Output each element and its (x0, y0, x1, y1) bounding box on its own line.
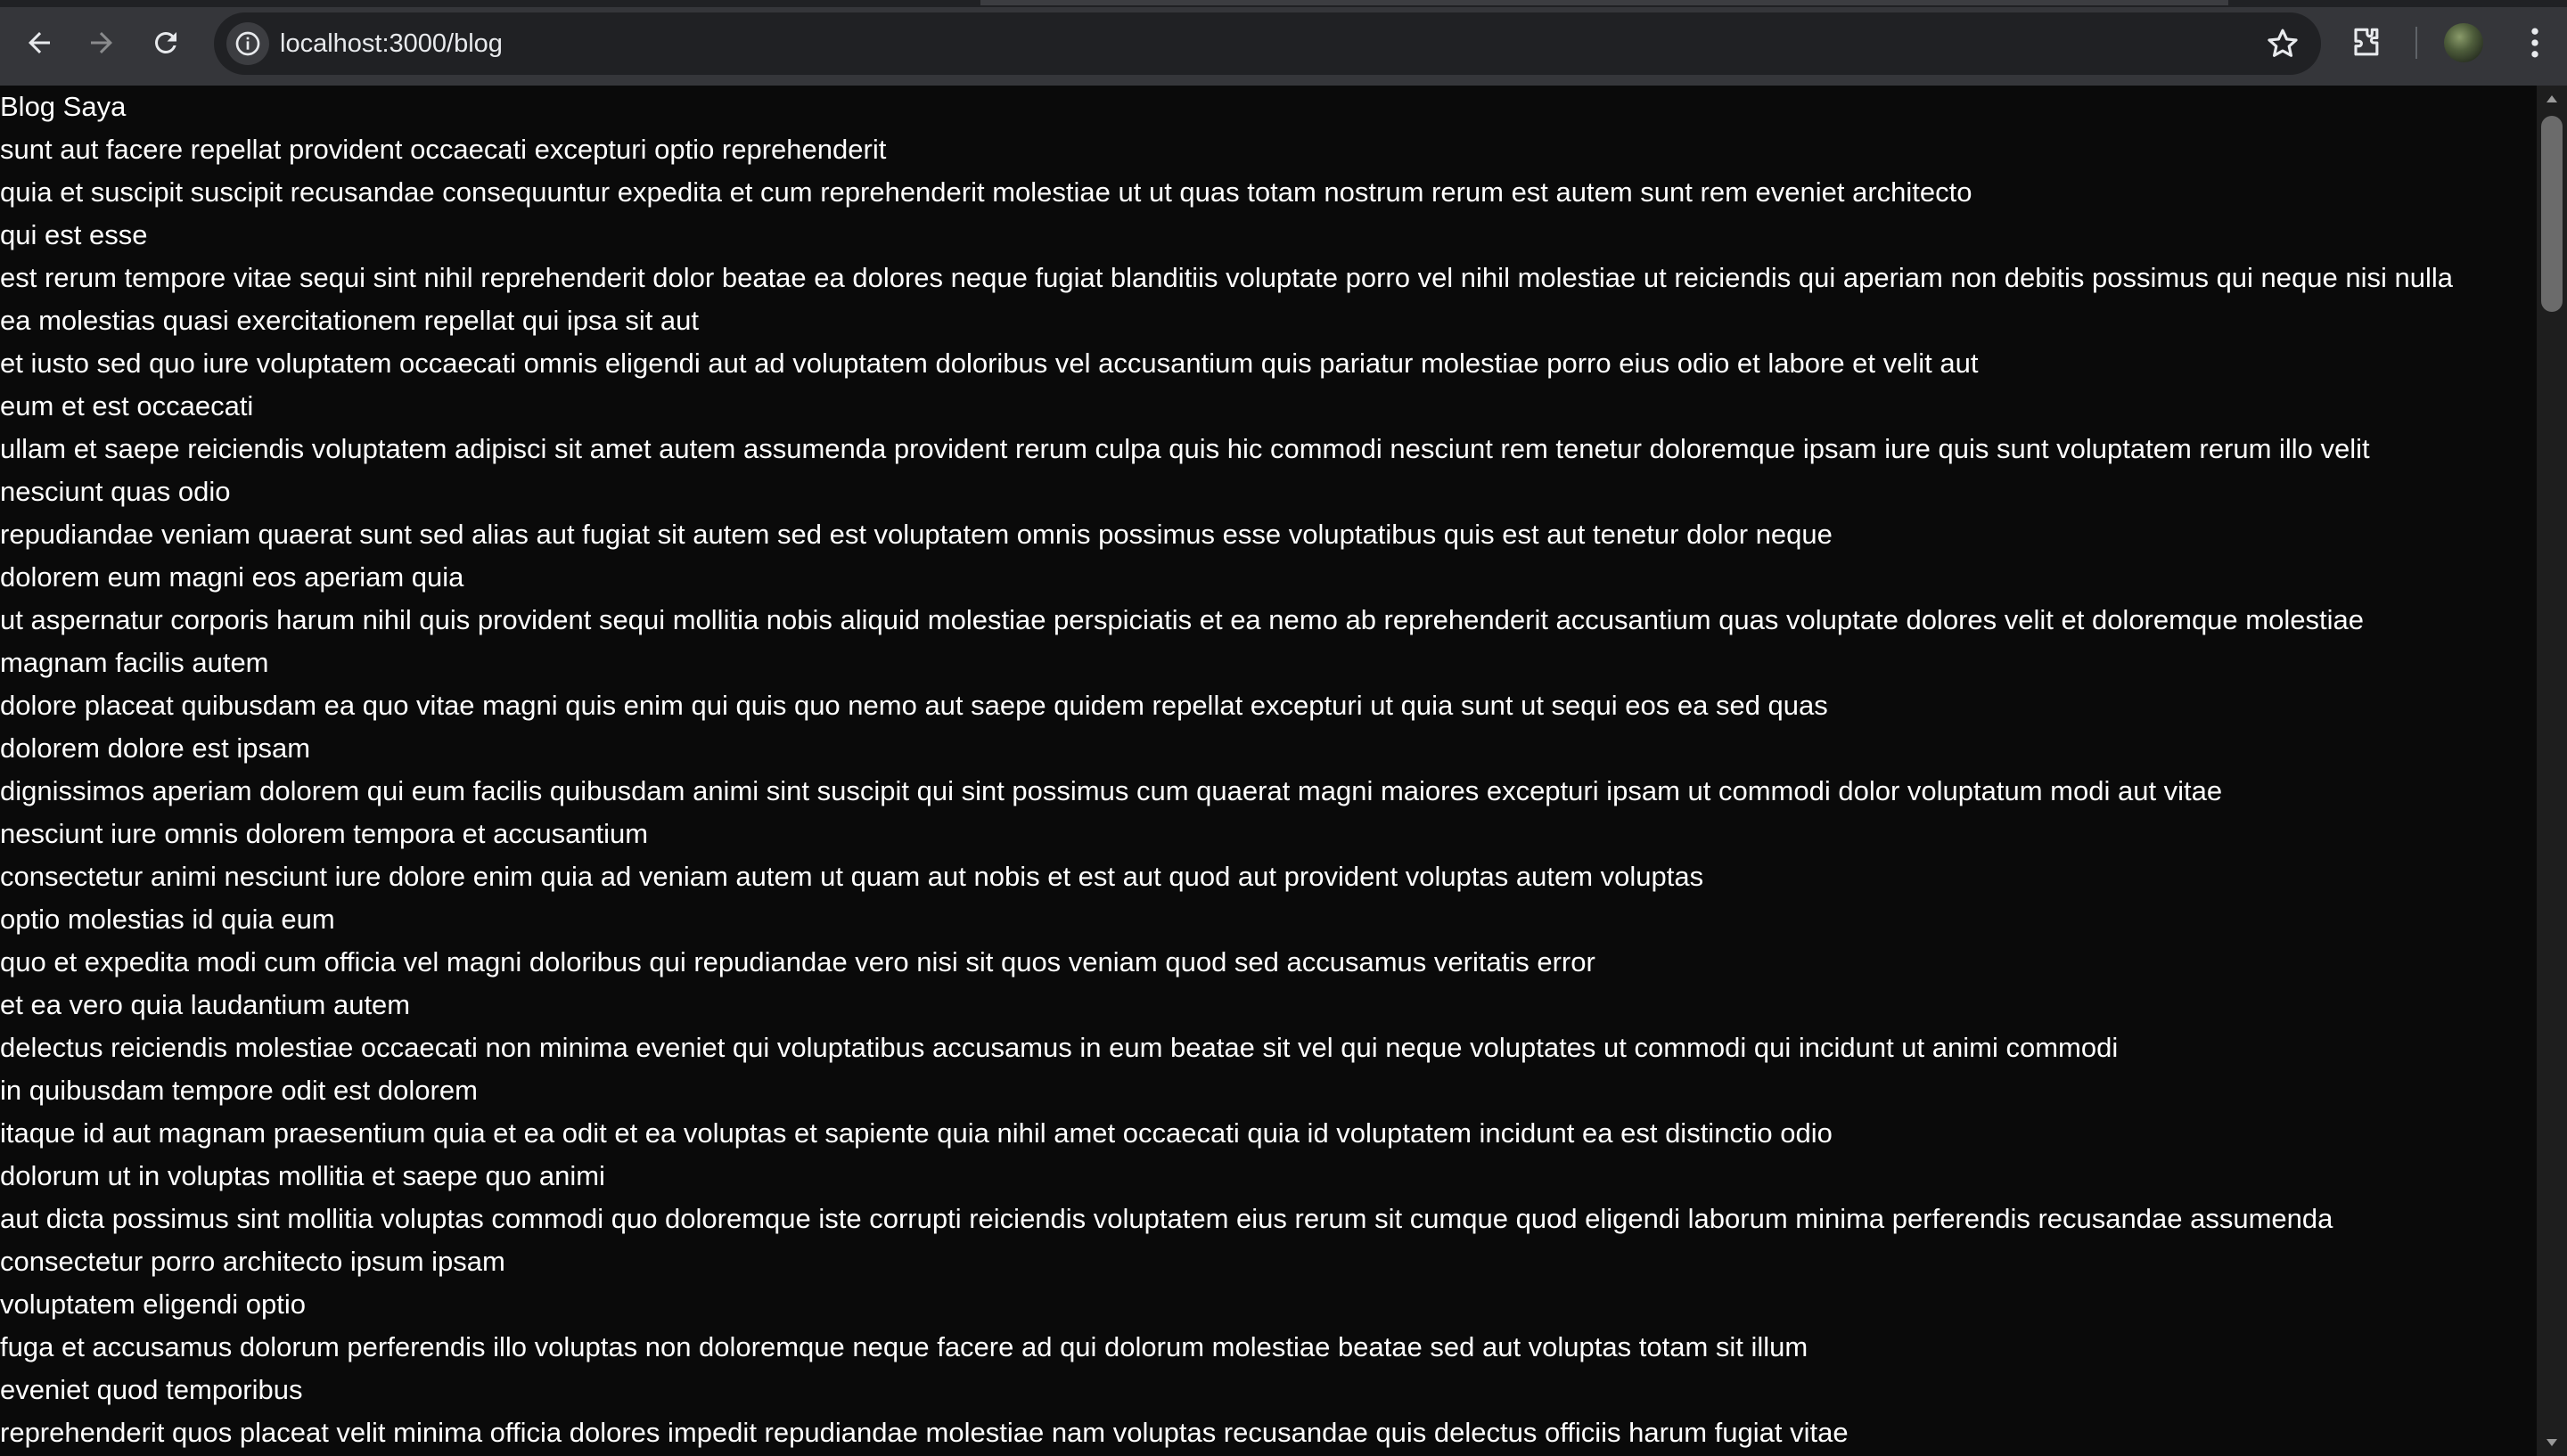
post-line: dignissimos aperiam dolorem qui eum faci… (0, 775, 2223, 806)
post-line: delectus reiciendis molestiae occaecati … (0, 1032, 2119, 1063)
post-line: est rerum tempore vitae sequi sint nihil… (0, 262, 2453, 293)
arrow-right-icon (91, 32, 112, 53)
post-line: ea molestias quasi exercitationem repell… (0, 305, 700, 336)
post-line: dolore placeat quibusdam ea quo vitae ma… (0, 690, 1828, 721)
star-icon[interactable] (2264, 25, 2301, 62)
post-line: quo et expedita modi cum officia vel mag… (0, 946, 1595, 977)
reload-button[interactable] (141, 18, 191, 68)
url-text[interactable]: localhost:3000/blog (280, 12, 503, 75)
post-line: dolorum ut in voluptas mollitia et saepe… (0, 1160, 605, 1191)
avatar[interactable] (2444, 23, 2483, 62)
reload-icon (155, 32, 176, 53)
post-line: consectetur porro architecto ipsum ipsam (0, 1246, 505, 1277)
page-title: Blog Saya (0, 91, 127, 122)
page-viewport: Blog Saya sunt aut facere repellat provi… (0, 86, 2537, 1456)
post-line: nesciunt iure omnis dolorem tempora et a… (0, 818, 649, 849)
post-line: qui est esse (0, 219, 148, 250)
puzzle-icon[interactable] (2346, 23, 2385, 62)
scroll-down-arrow-icon[interactable] (2537, 1429, 2567, 1456)
post-line: dolorem dolore est ipsam (0, 732, 311, 764)
blog-content: Blog Saya sunt aut facere repellat provi… (0, 86, 2537, 1454)
post-line: repudiandae veniam quaerat sunt sed alia… (0, 519, 1833, 550)
forward-button[interactable] (77, 18, 127, 68)
post-line: optio molestias id quia eum (0, 904, 335, 935)
tab-strip (0, 0, 2567, 7)
browser-toolbar: localhost:3000/blog (0, 0, 2567, 86)
post-line: quia et suscipit suscipit recusandae con… (0, 176, 1972, 208)
post-line: eum et est occaecati (0, 390, 254, 421)
post-list: sunt aut facere repellat provident occae… (0, 128, 2537, 1454)
post-line: eveniet quod temporibus (0, 1374, 303, 1405)
post-line: ut aspernatur corporis harum nihil quis … (0, 604, 2364, 635)
site-info-button[interactable] (226, 22, 269, 65)
active-tab-edge (980, 0, 2228, 5)
post-line: nesciunt quas odio (0, 476, 231, 507)
scrollbar-thumb[interactable] (2541, 116, 2563, 312)
post-line: reprehenderit quos placeat velit minima … (0, 1417, 1849, 1448)
post-line: aut dicta possimus sint mollitia volupta… (0, 1203, 2333, 1234)
info-icon (235, 31, 260, 56)
post-line: in quibusdam tempore odit est dolorem (0, 1075, 478, 1106)
toolbar-divider (2415, 27, 2417, 59)
post-line: itaque id aut magnam praesentium quia et… (0, 1117, 1833, 1149)
scroll-up-arrow-icon[interactable] (2537, 86, 2567, 112)
address-bar[interactable]: localhost:3000/blog (214, 12, 2321, 75)
kebab-menu-icon[interactable] (2515, 23, 2555, 62)
back-button[interactable] (14, 18, 64, 68)
post-line: ullam et saepe reiciendis voluptatem adi… (0, 433, 2370, 464)
post-line: consectetur animi nesciunt iure dolore e… (0, 861, 1704, 892)
post-line: fuga et accusamus dolorum perferendis il… (0, 1331, 1808, 1362)
arrow-left-icon (29, 32, 50, 53)
post-line: et ea vero quia laudantium autem (0, 989, 411, 1020)
vertical-scrollbar[interactable] (2537, 86, 2567, 1456)
post-line: dolorem eum magni eos aperiam quia (0, 561, 464, 593)
post-line: voluptatem eligendi optio (0, 1288, 306, 1320)
post-line: sunt aut facere repellat provident occae… (0, 134, 887, 165)
post-line: et iusto sed quo iure voluptatem occaeca… (0, 348, 1979, 379)
post-line: magnam facilis autem (0, 647, 269, 678)
